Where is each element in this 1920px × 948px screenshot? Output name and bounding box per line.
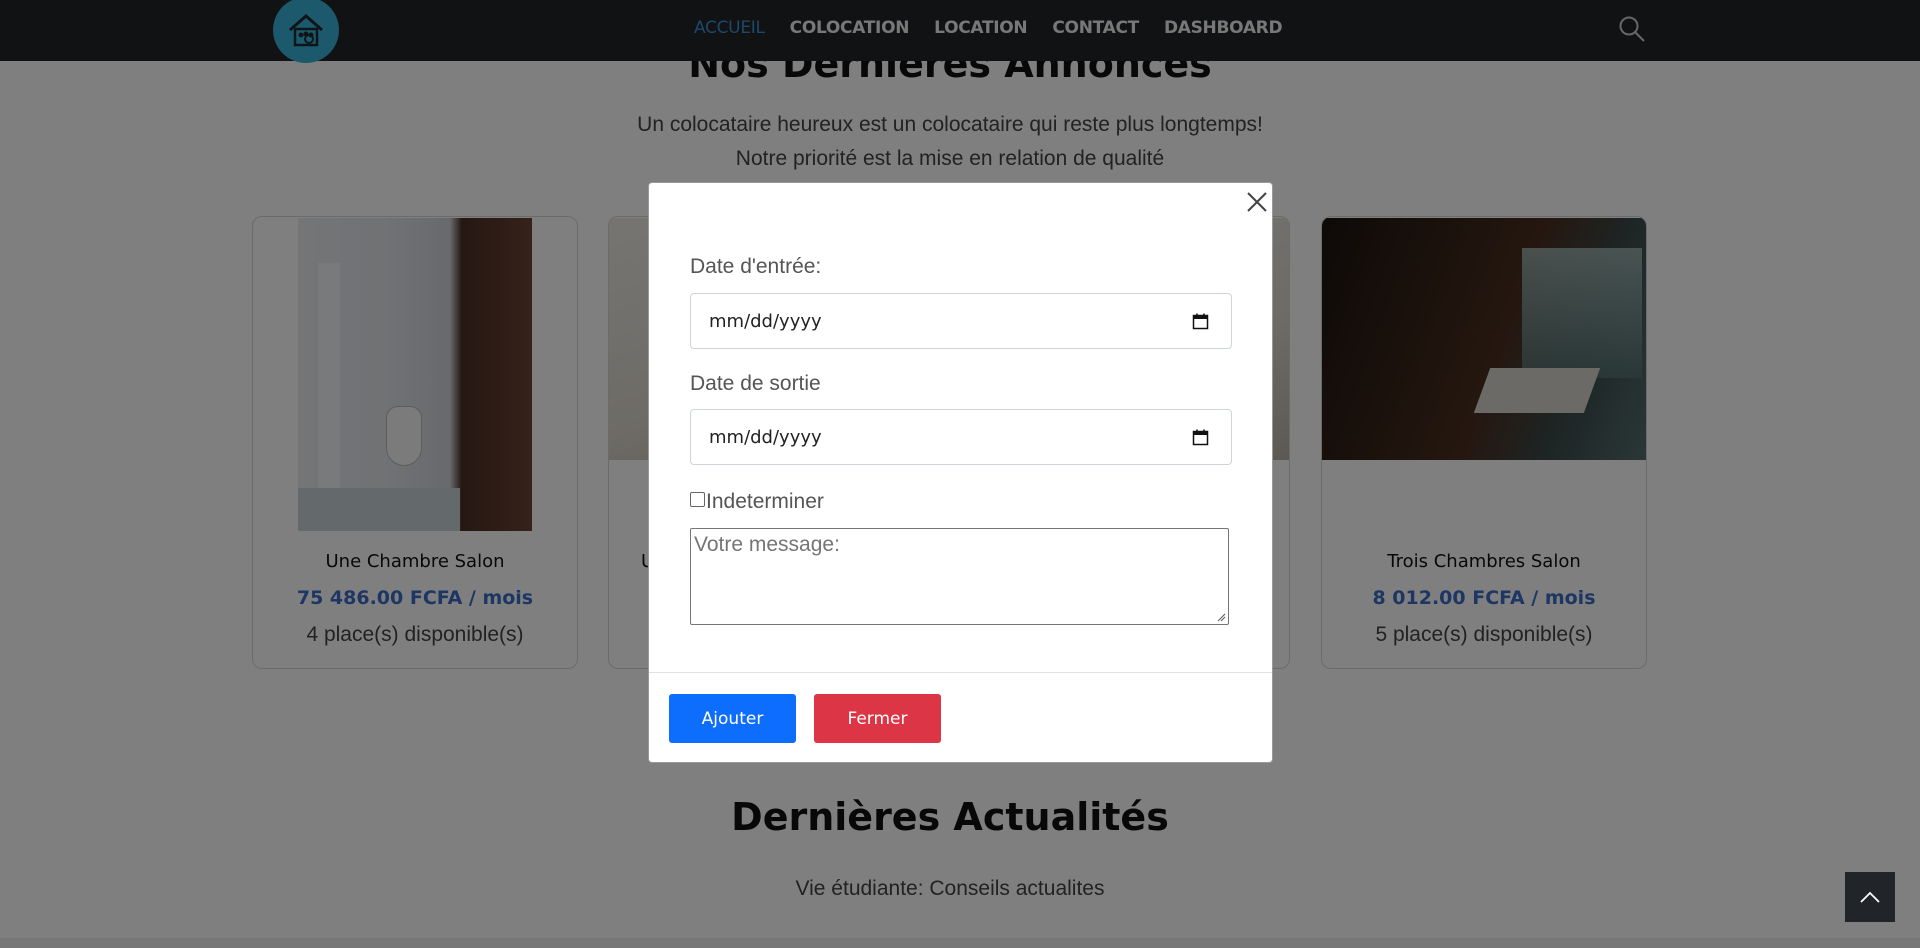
close-icon bbox=[1247, 192, 1267, 212]
back-to-top-button[interactable] bbox=[1845, 872, 1895, 922]
reservation-modal: Date d'entrée: mm/dd/yyyy Date de sortie… bbox=[648, 182, 1273, 763]
indeterminer-label[interactable]: Indeterminer bbox=[706, 490, 824, 514]
entry-date-input[interactable]: mm/dd/yyyy bbox=[690, 293, 1232, 349]
entry-date-value: mm/dd/yyyy bbox=[709, 311, 822, 332]
close-button[interactable]: Fermer bbox=[814, 694, 941, 743]
calendar-icon[interactable] bbox=[1192, 313, 1209, 330]
exit-date-input[interactable]: mm/dd/yyyy bbox=[690, 409, 1232, 465]
exit-date-label: Date de sortie bbox=[690, 372, 821, 395]
message-textarea[interactable]: Votre message: bbox=[690, 528, 1229, 625]
message-placeholder: Votre message: bbox=[694, 533, 840, 556]
resize-grip-icon[interactable] bbox=[1216, 612, 1226, 622]
entry-date-label: Date d'entrée: bbox=[690, 255, 822, 278]
indeterminer-row: Indeterminer bbox=[690, 490, 824, 514]
modal-close-button[interactable] bbox=[1243, 188, 1271, 216]
add-button[interactable]: Ajouter bbox=[669, 694, 796, 743]
indeterminer-checkbox[interactable] bbox=[690, 492, 705, 507]
chevron-up-icon bbox=[1860, 891, 1880, 903]
calendar-icon[interactable] bbox=[1192, 429, 1209, 446]
modal-footer-divider bbox=[649, 672, 1272, 673]
exit-date-value: mm/dd/yyyy bbox=[709, 427, 822, 448]
